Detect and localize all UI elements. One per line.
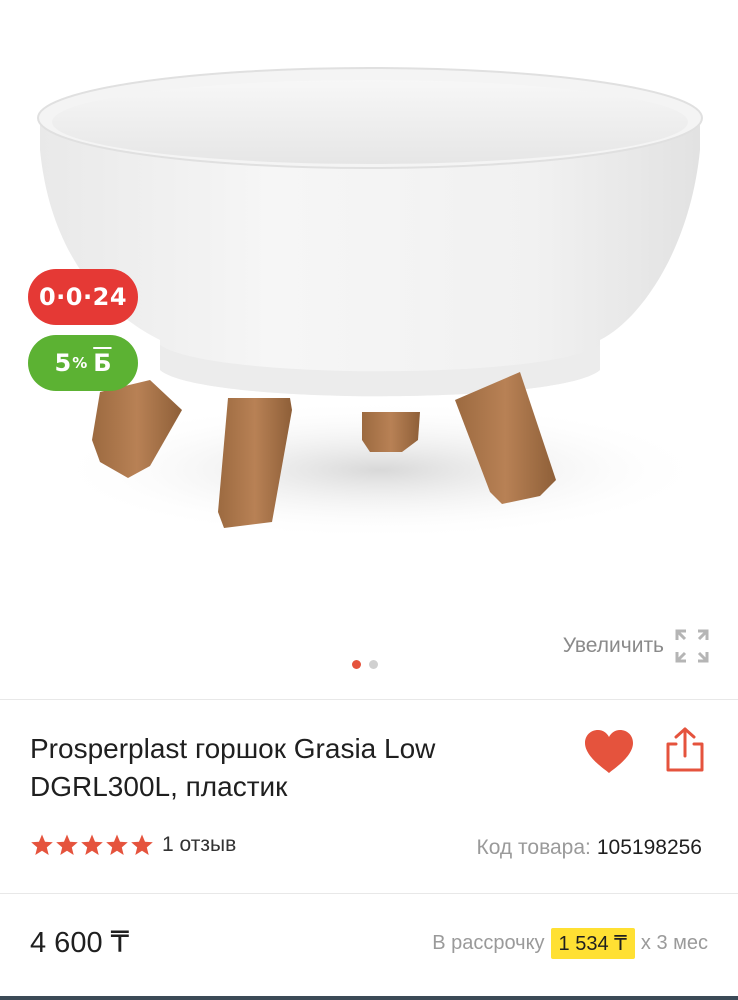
expand-icon [675,629,709,663]
installment-badge: 0·0·24 [28,269,138,325]
share-icon[interactable] [662,726,708,774]
zoom-label: Увеличить [562,634,664,657]
bonus-badge: 5% Б [28,335,138,391]
heart-icon[interactable] [582,728,636,776]
gallery-pagination [352,660,378,669]
bonus-currency: Б [93,349,112,377]
installment-term: x 3 мес [640,932,708,954]
product-code-label: Код товара: [476,836,591,859]
star-icon [56,834,78,855]
star-icon [81,834,103,855]
product-title-line1: Prosperplast горшок Grasia Low [30,733,436,764]
divider [0,893,738,894]
product-rating[interactable]: 1 отзыв [30,833,236,857]
divider [0,699,738,700]
rating-stars [30,833,154,857]
product-price: 4 600 ₸ [30,927,130,959]
installment-amount: 1 534 ₸ [550,928,635,959]
installment-badge-text: 0·0·24 [38,283,128,311]
installment-label: В рассрочку [432,932,545,954]
product-title-line2: DGRL300L, пластик [30,771,288,802]
product-title: Prosperplast горшок Grasia Low DGRL300L,… [30,730,550,806]
bottom-bar [0,996,738,1000]
star-icon [31,834,53,855]
star-icon [131,834,153,855]
zoom-button[interactable]: Увеличить [563,628,710,664]
product-gallery[interactable]: 0·0·24 5% Б Увеличить [0,0,738,700]
product-code-value: 105198256 [596,836,702,859]
star-icon [106,834,128,855]
reviews-link[interactable]: 1 отзыв [162,833,236,857]
product-code: Код товара: 105198256 [476,836,702,860]
gallery-dot-active[interactable] [352,660,361,669]
bonus-value: 5 [54,349,72,377]
bonus-percent-sign: % [72,354,88,372]
gallery-dot[interactable] [369,660,378,669]
installment-offer[interactable]: В рассрочку 1 534 ₸ x 3 мес [432,928,708,959]
